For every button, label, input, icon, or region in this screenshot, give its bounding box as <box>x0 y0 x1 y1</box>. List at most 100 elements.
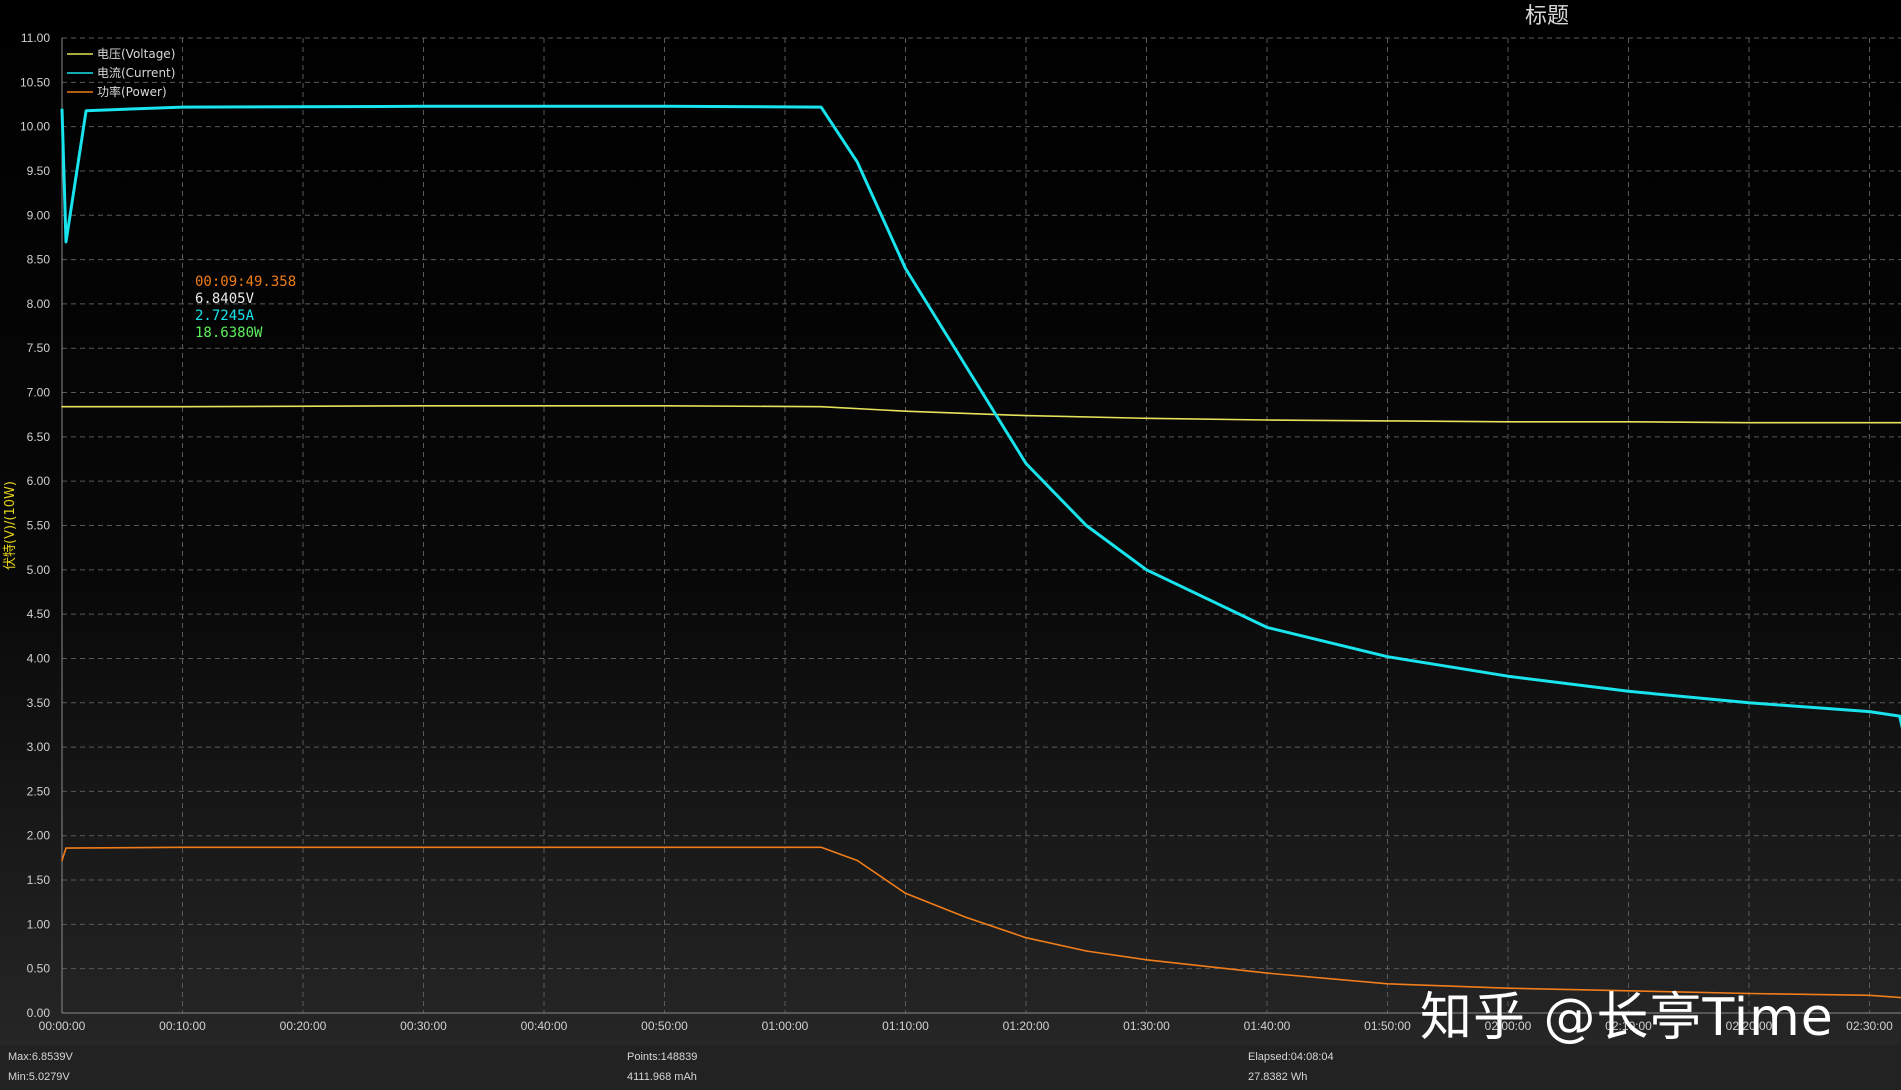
stat-min: Min:5.0279V <box>8 1071 70 1083</box>
y-tick-label: 2.50 <box>27 784 51 798</box>
stat-energy: 27.8382 Wh <box>1248 1071 1308 1083</box>
y-tick-label: 6.00 <box>27 474 51 488</box>
y-tick-label: 0.00 <box>27 1006 51 1020</box>
series-point <box>181 106 184 108</box>
y-tick-label: 0.50 <box>27 962 51 976</box>
y-tick-label: 2.00 <box>27 829 51 843</box>
y-tick-label: 11.00 <box>21 31 50 45</box>
x-tick-label: 01:00:00 <box>762 1019 809 1033</box>
x-tick-label: 01:30:00 <box>1123 1019 1170 1033</box>
x-tick-label: 00:30:00 <box>400 1019 447 1033</box>
legend-label: 电压(Voltage) <box>97 47 175 61</box>
series-point <box>820 405 822 408</box>
series-point <box>422 105 425 108</box>
y-tick-label: 10.00 <box>20 120 50 134</box>
readout-time: 00:09:49.358 <box>195 274 297 290</box>
series-point <box>904 892 907 895</box>
y-tick-label: 10.50 <box>20 75 50 89</box>
x-tick-label: 00:40:00 <box>521 1019 568 1033</box>
y-tick-label: 1.00 <box>27 917 51 931</box>
series-point <box>61 405 63 408</box>
y-axis-label: 伏特(V)/(10W) <box>3 481 18 570</box>
series-point <box>1868 710 1871 713</box>
series-point <box>61 859 63 862</box>
series-point <box>1386 655 1389 658</box>
x-tick-label: 01:40:00 <box>1244 1019 1291 1033</box>
series-point <box>1145 417 1148 420</box>
series-point <box>856 161 859 163</box>
chart-canvas: 0.00 0.50 1.00 1.50 2.00 2.50 3.00 3.50 4.00 4.50… <box>0 0 1901 1045</box>
series-point <box>1025 462 1027 465</box>
series-point <box>820 846 822 849</box>
y-tick-label: 8.50 <box>27 253 51 267</box>
stat-capacity: 4111.968 mAh <box>627 1071 697 1083</box>
stat-max: Max:6.8539V <box>8 1051 73 1063</box>
y-tick-label: 3.50 <box>27 696 51 710</box>
series-point <box>1266 419 1268 421</box>
legend-label: 电流(Current) <box>97 66 175 80</box>
y-tick-label: 1.50 <box>27 873 51 887</box>
readout-voltage: 6.8405V <box>195 291 255 307</box>
x-tick-label: 01:20:00 <box>1003 1019 1050 1033</box>
watermark-text: 知乎 @长亭Time <box>1420 988 1834 1048</box>
x-tick-label: 01:10:00 <box>882 1019 929 1033</box>
x-tick-label: 00:20:00 <box>280 1019 327 1033</box>
series-point <box>1085 950 1088 952</box>
series-point <box>964 365 967 367</box>
y-tick-label: 3.00 <box>27 740 51 754</box>
series-point <box>181 405 184 408</box>
series-point <box>1085 524 1088 527</box>
series-point <box>181 846 184 849</box>
cursor-readout: 00:09:49.358 6.8405V 2.7245A 18.6380W <box>195 274 296 342</box>
series-point <box>964 916 967 919</box>
y-tick-label: 5.50 <box>27 519 51 533</box>
y-tick-label: 6.50 <box>27 430 51 444</box>
series-point <box>856 859 859 862</box>
series-point <box>422 846 425 849</box>
y-tick-label: 4.50 <box>27 607 51 621</box>
x-tick-label: 00:10:00 <box>159 1019 206 1033</box>
series-point <box>422 405 425 407</box>
series-point <box>1627 420 1630 423</box>
series-point <box>1025 936 1027 939</box>
series-point <box>85 109 87 112</box>
series-point <box>663 105 666 108</box>
series-point <box>1386 420 1389 422</box>
series-point <box>1868 994 1871 997</box>
stat-elapsed: Elapsed:04:08:04 <box>1248 1051 1334 1063</box>
y-tick-label: 7.00 <box>27 386 51 400</box>
y-tick-label: 8.00 <box>27 297 51 311</box>
series-point <box>1868 421 1871 424</box>
series-point <box>1145 959 1148 961</box>
series-point <box>1266 626 1268 629</box>
series-point <box>904 410 907 412</box>
x-tick-label: 02:30:00 <box>1846 1019 1893 1033</box>
series-point <box>1145 569 1148 571</box>
series-point <box>663 405 666 407</box>
y-tick-label: 9.00 <box>27 208 51 222</box>
series-point <box>65 847 67 849</box>
readout-current: 2.7245A <box>195 308 255 324</box>
y-tick-label: 9.50 <box>27 164 51 178</box>
series-point <box>1507 420 1509 423</box>
series-point <box>1627 690 1630 693</box>
series-point <box>1507 675 1509 677</box>
series-point <box>61 108 63 110</box>
y-tick-label: 5.00 <box>27 563 51 577</box>
series-point <box>904 267 907 270</box>
x-tick-label: 00:50:00 <box>641 1019 688 1033</box>
readout-power: 18.6380W <box>195 325 263 341</box>
series-point <box>1386 982 1389 985</box>
x-tick-label: 00:00:00 <box>39 1019 86 1033</box>
stats-footer: Max:6.8539V Min:5.0279V Points:148839 41… <box>0 1045 1901 1090</box>
stat-points: Points:148839 <box>627 1051 698 1063</box>
series-point <box>1025 414 1027 417</box>
y-tick-label: 7.50 <box>27 341 51 355</box>
chart-background <box>0 0 1901 1045</box>
series-point <box>1266 972 1268 974</box>
charging-curve-chart: 0.00 0.50 1.00 1.50 2.00 2.50 3.00 3.50 4.00 4.50… <box>0 0 1901 1090</box>
series-point <box>65 241 67 243</box>
x-tick-label: 01:50:00 <box>1364 1019 1411 1033</box>
series-point <box>1898 715 1901 717</box>
series-point <box>1748 421 1750 424</box>
